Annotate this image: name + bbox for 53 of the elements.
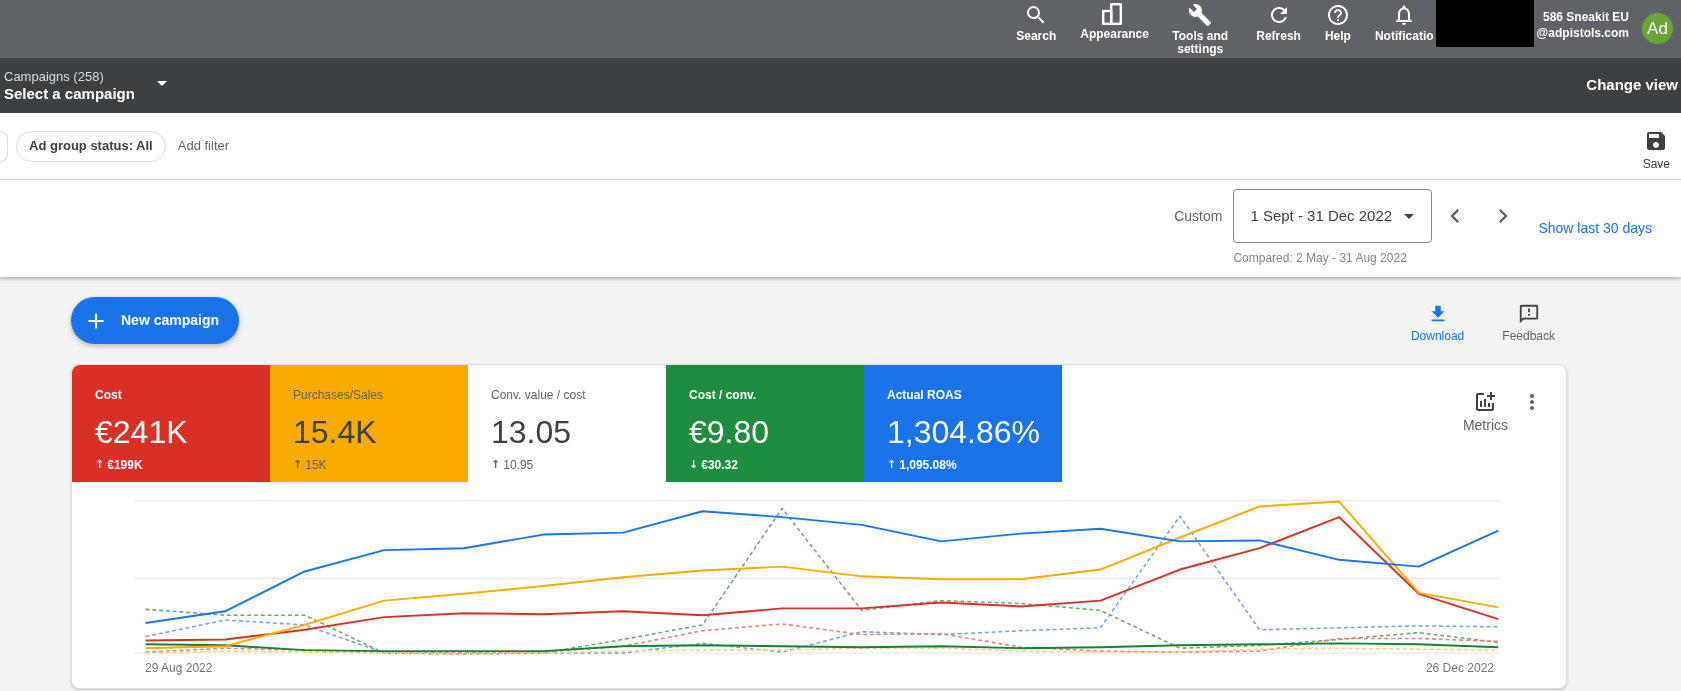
metric-value: €241K — [95, 413, 189, 451]
metric-tile[interactable]: Cost €241K ↑ €199K — [72, 365, 270, 482]
metric-tile[interactable]: Cost / conv. €9.80 ↓ €30.32 — [666, 365, 864, 482]
metric-value: 1,304.86% — [887, 413, 1039, 451]
download-button[interactable]: Download — [1410, 303, 1465, 343]
metric-label: Cost — [95, 387, 123, 403]
caret-icon — [1404, 213, 1415, 219]
account-email: @adpistols.com — [1536, 25, 1629, 41]
compared-range: Compared: 2 May - 31 Aug 2022 — [1233, 251, 1408, 265]
metric-tile[interactable]: Purchases/Sales 15.4K ↑ 15K — [270, 365, 468, 482]
toolbar-button[interactable]: Help — [1322, 3, 1353, 43]
account-name: 586 Sneakit EU — [1542, 9, 1629, 25]
save-button[interactable]: Save — [1642, 113, 1670, 171]
metric-value: 13.05 — [491, 413, 573, 451]
metric-change: 15K — [305, 457, 327, 473]
caret-icon — [156, 81, 167, 86]
metric-label: Cost / conv. — [689, 387, 758, 403]
layout-icon — [1102, 3, 1123, 25]
help-icon — [1325, 3, 1350, 27]
toolbar-button[interactable]: Tools and settings — [1166, 3, 1235, 56]
change-arrow: ↓ — [689, 457, 699, 473]
date-preset-label: Custom — [1174, 206, 1223, 226]
metric-change: €199K — [107, 457, 143, 473]
wrench-icon — [1188, 3, 1213, 27]
metric-tile[interactable]: Actual ROAS 1,304.86% ↑ 1,095.08% — [864, 365, 1062, 482]
toolbar-button[interactable]: Notificatio — [1372, 3, 1436, 43]
change-arrow: ↑ — [887, 457, 897, 473]
metric-change: 1,095.08% — [899, 457, 957, 473]
toolbar-button[interactable]: Refresh — [1254, 3, 1303, 43]
metric-label: Actual ROAS — [887, 387, 963, 403]
metric-change: €30.32 — [701, 457, 738, 473]
metric-value: 15.4K — [293, 413, 378, 451]
add-filter-button[interactable]: Add filter — [177, 136, 230, 156]
axis-start-label: 29 Aug 2022 — [145, 661, 213, 675]
metric-label: Conv. value / cost — [491, 387, 587, 403]
metric-label: Purchases/Sales — [293, 387, 385, 403]
change-view-button[interactable]: Change view — [1586, 74, 1678, 97]
new-campaign-button[interactable]: New campaign — [71, 297, 240, 344]
show-last-30-days-link[interactable]: Show last 30 days — [1538, 219, 1652, 237]
axis-end-label: 26 Dec 2022 — [1425, 661, 1494, 675]
toolbar-button[interactable]: Appearance — [1078, 3, 1147, 41]
feedback-icon — [1517, 303, 1540, 325]
metric-value: €9.80 — [689, 413, 771, 451]
change-arrow: ↑ — [293, 457, 303, 473]
metric-change: 10.95 — [503, 457, 534, 473]
toolbar-button[interactable]: Search — [1014, 3, 1059, 43]
campaign-selector[interactable]: Campaigns (258) Select a campaign — [4, 68, 167, 103]
metrics-button[interactable]: Metrics — [1462, 390, 1508, 434]
change-arrow: ↑ — [95, 457, 105, 473]
feedback-button[interactable]: Feedback — [1502, 303, 1555, 343]
change-arrow: ↑ — [491, 457, 501, 473]
chart-add-icon — [1473, 390, 1498, 414]
date-range-dropdown[interactable]: 1 Sept - 31 Dec 2022 — [1233, 189, 1433, 243]
